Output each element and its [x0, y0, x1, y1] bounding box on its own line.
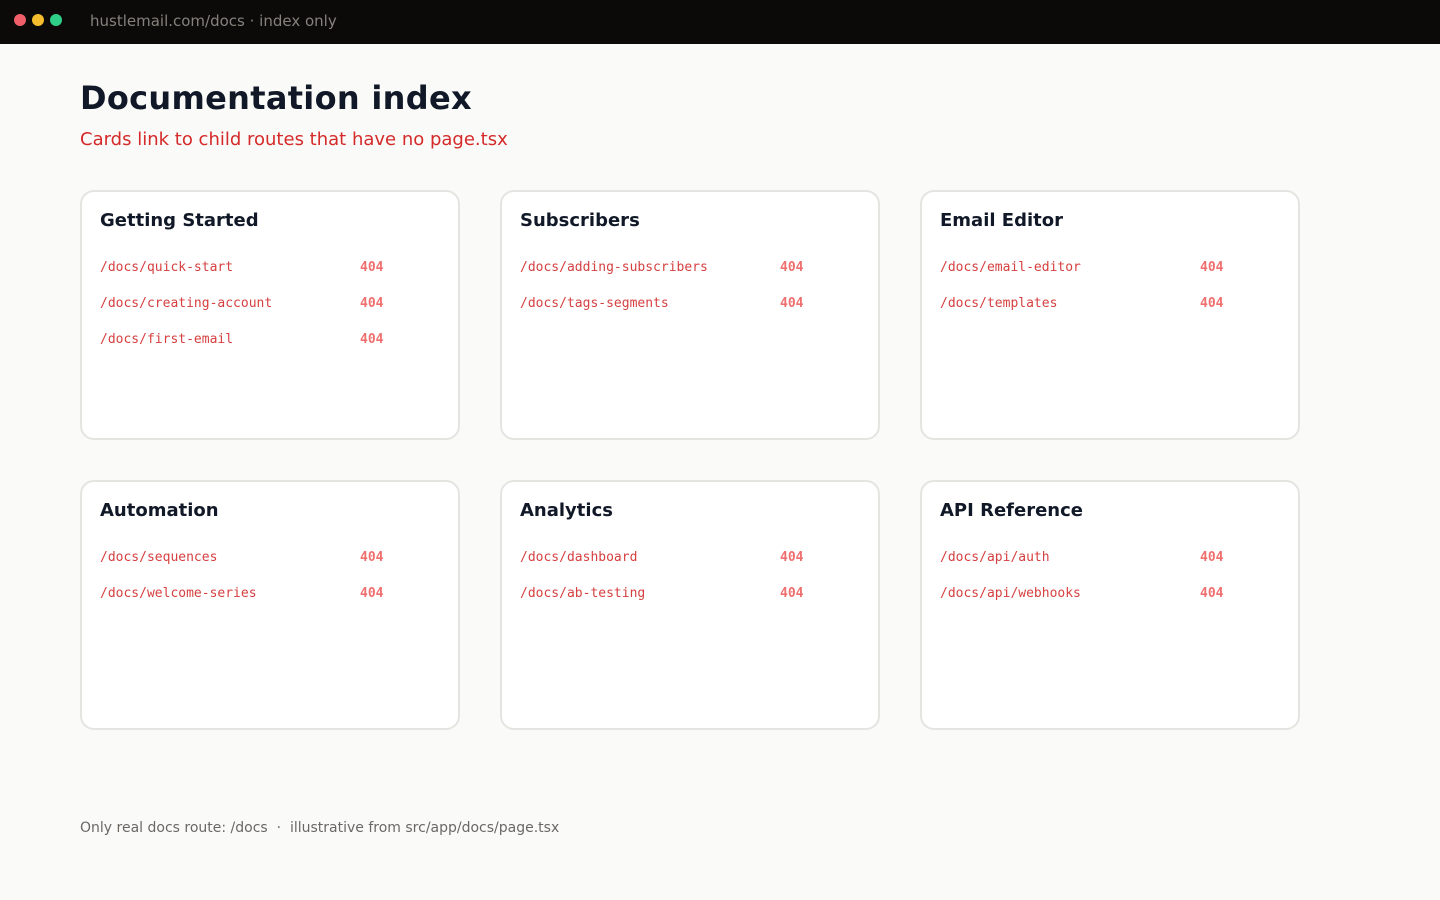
- route-link[interactable]: /docs/first-email: [100, 332, 360, 348]
- link-row: /docs/welcome-series 404: [100, 586, 440, 622]
- page-title: Documentation index: [80, 79, 472, 117]
- link-row: /docs/quick-start 404: [100, 260, 440, 296]
- card-title: Subscribers: [520, 210, 640, 231]
- maximize-window-button[interactable]: [50, 14, 62, 26]
- card-title: Getting Started: [100, 210, 259, 231]
- status-badge: 404: [360, 260, 384, 275]
- link-row: /docs/sequences 404: [100, 550, 440, 586]
- route-link[interactable]: /docs/email-editor: [940, 260, 1200, 276]
- status-badge: 404: [1200, 586, 1224, 601]
- card-title: Automation: [100, 500, 219, 521]
- address-text: hustlemail.com/docs · index only: [90, 12, 337, 30]
- footer-note: Only real docs route: /docs · illustrati…: [80, 820, 560, 836]
- route-link[interactable]: /docs/adding-subscribers: [520, 260, 780, 276]
- link-row: /docs/ab-testing 404: [520, 586, 860, 622]
- card-link-list: /docs/api/auth 404 /docs/api/webhooks 40…: [940, 550, 1280, 622]
- link-row: /docs/dashboard 404: [520, 550, 860, 586]
- link-row: /docs/api/auth 404: [940, 550, 1280, 586]
- link-row: /docs/api/webhooks 404: [940, 586, 1280, 622]
- status-badge: 404: [360, 550, 384, 565]
- route-link[interactable]: /docs/dashboard: [520, 550, 780, 566]
- status-badge: 404: [1200, 260, 1224, 275]
- card-link-list: /docs/sequences 404 /docs/welcome-series…: [100, 550, 440, 622]
- route-link[interactable]: /docs/templates: [940, 296, 1200, 312]
- link-row: /docs/tags-segments 404: [520, 296, 860, 332]
- link-row: /docs/templates 404: [940, 296, 1280, 332]
- docs-card-api-reference: API Reference /docs/api/auth 404 /docs/a…: [920, 480, 1300, 730]
- card-title: Email Editor: [940, 210, 1064, 231]
- docs-card-subscribers: Subscribers /docs/adding-subscribers 404…: [500, 190, 880, 440]
- card-link-list: /docs/dashboard 404 /docs/ab-testing 404: [520, 550, 860, 622]
- status-badge: 404: [780, 296, 804, 311]
- status-badge: 404: [780, 260, 804, 275]
- route-link[interactable]: /docs/api/auth: [940, 550, 1200, 566]
- window-titlebar: hustlemail.com/docs · index only: [0, 0, 1440, 44]
- docs-card-getting-started: Getting Started /docs/quick-start 404 /d…: [80, 190, 460, 440]
- docs-card-automation: Automation /docs/sequences 404 /docs/wel…: [80, 480, 460, 730]
- status-badge: 404: [360, 332, 384, 347]
- link-row: /docs/email-editor 404: [940, 260, 1280, 296]
- status-badge: 404: [1200, 550, 1224, 565]
- docs-card-analytics: Analytics /docs/dashboard 404 /docs/ab-t…: [500, 480, 880, 730]
- card-title: Analytics: [520, 500, 613, 521]
- route-link[interactable]: /docs/api/webhooks: [940, 586, 1200, 602]
- route-link[interactable]: /docs/creating-account: [100, 296, 360, 312]
- page-subtitle: Cards link to child routes that have no …: [80, 129, 508, 150]
- card-title: API Reference: [940, 500, 1083, 521]
- status-badge: 404: [360, 586, 384, 601]
- link-row: /docs/creating-account 404: [100, 296, 440, 332]
- card-link-list: /docs/quick-start 404 /docs/creating-acc…: [100, 260, 440, 368]
- link-row: /docs/adding-subscribers 404: [520, 260, 860, 296]
- link-row: /docs/first-email 404: [100, 332, 440, 368]
- docs-card-email-editor: Email Editor /docs/email-editor 404 /doc…: [920, 190, 1300, 440]
- card-link-list: /docs/email-editor 404 /docs/templates 4…: [940, 260, 1280, 332]
- route-link[interactable]: /docs/ab-testing: [520, 586, 780, 602]
- docs-card-grid: Getting Started /docs/quick-start 404 /d…: [80, 190, 1300, 730]
- minimize-window-button[interactable]: [32, 14, 44, 26]
- route-link[interactable]: /docs/tags-segments: [520, 296, 780, 312]
- status-badge: 404: [780, 550, 804, 565]
- card-link-list: /docs/adding-subscribers 404 /docs/tags-…: [520, 260, 860, 332]
- status-badge: 404: [1200, 296, 1224, 311]
- route-link[interactable]: /docs/welcome-series: [100, 586, 360, 602]
- close-window-button[interactable]: [14, 14, 26, 26]
- status-badge: 404: [780, 586, 804, 601]
- route-link[interactable]: /docs/sequences: [100, 550, 360, 566]
- status-badge: 404: [360, 296, 384, 311]
- route-link[interactable]: /docs/quick-start: [100, 260, 360, 276]
